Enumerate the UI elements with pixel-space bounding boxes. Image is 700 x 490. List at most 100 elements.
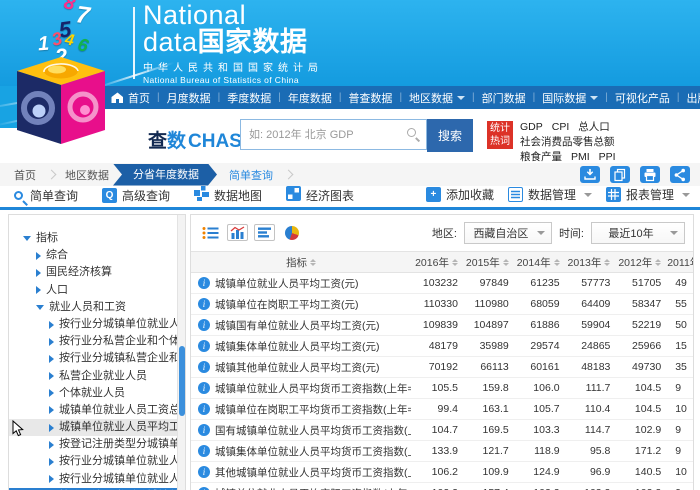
print-icon[interactable] [640, 166, 660, 183]
info-icon[interactable]: i [198, 445, 210, 457]
row-label-cell: i城镇单位在岗职工平均工资(元) [191, 297, 411, 312]
expand-icon[interactable] [49, 441, 54, 449]
sort-icon[interactable] [452, 259, 458, 266]
query-tab-1[interactable]: Q高级查询 [102, 186, 170, 204]
expand-icon[interactable] [49, 372, 54, 380]
tree-item-11[interactable]: 城镇单位就业人员平均工资和指数 [9, 419, 177, 436]
share-icon[interactable] [670, 166, 690, 183]
hbar-chart-icon[interactable] [254, 224, 275, 241]
tree-item-3[interactable]: 人口 [9, 282, 177, 299]
sort-icon[interactable] [554, 259, 560, 266]
query-tab-3[interactable]: 经济图表 [286, 186, 354, 204]
expand-icon[interactable] [49, 424, 54, 432]
info-icon[interactable]: i [198, 424, 210, 436]
hot-word-link[interactable]: 总人口 [578, 121, 610, 133]
info-icon[interactable]: i [198, 466, 210, 478]
expand-icon[interactable] [49, 321, 54, 329]
tree-item-10[interactable]: 城镇单位就业人员工资总额和指数 [9, 402, 177, 419]
info-icon[interactable]: i [198, 382, 210, 394]
tree-item-8[interactable]: 私营企业就业人员 [9, 368, 177, 385]
nav-item-1[interactable]: 月度数据 [167, 90, 211, 106]
nav-item-5[interactable]: 地区数据 [409, 90, 465, 106]
column-header-3[interactable]: 2014年 [513, 255, 564, 270]
bar-chart-icon[interactable] [227, 224, 248, 241]
manage-tab-2[interactable]: 报表管理 [606, 186, 690, 203]
collapse-icon[interactable] [23, 236, 31, 241]
nav-item-6[interactable]: 部门数据 [482, 90, 526, 106]
search-input[interactable] [249, 121, 409, 148]
nav-item-2[interactable]: 季度数据 [227, 90, 271, 106]
query-tab-2[interactable]: 数据地图 [194, 186, 262, 204]
tree-item-1[interactable]: 综合 [9, 247, 177, 264]
info-icon[interactable]: i [198, 277, 210, 289]
query-tab-0[interactable]: 简单查询 [14, 186, 78, 204]
hot-word-link[interactable]: CPI [552, 121, 570, 133]
download-icon[interactable] [580, 166, 600, 183]
nav-item-3[interactable]: 年度数据 [288, 90, 332, 106]
tree-item-4[interactable]: 就业人员和工资 [9, 299, 177, 316]
expand-icon[interactable] [49, 338, 54, 346]
nav-item-7[interactable]: 国际数据 [542, 90, 598, 106]
tree-item-5[interactable]: 按行业分城镇单位就业人员 [9, 316, 177, 333]
row-label-cell: i城镇单位在岗职工平均货币工资指数(上年=100) [191, 402, 411, 417]
breadcrumb-item[interactable]: 简单查询 [229, 167, 273, 183]
info-icon[interactable]: i [198, 319, 210, 331]
table-row: i国有城镇单位就业人员平均货币工资指数(上年=100)104.7169.5103… [191, 420, 694, 441]
expand-icon[interactable] [36, 269, 41, 277]
expand-icon[interactable] [49, 458, 54, 466]
breadcrumb-item[interactable]: 地区数据 [65, 167, 109, 183]
tree-item-9[interactable]: 个体就业人员 [9, 385, 177, 402]
search-icon[interactable] [407, 128, 416, 137]
hot-word-link[interactable]: PPI [599, 151, 616, 163]
sort-icon[interactable] [655, 259, 661, 266]
pie-chart-icon[interactable] [281, 224, 302, 241]
time-select[interactable]: 最近10年 [591, 222, 685, 244]
column-header-0[interactable]: 指标 [191, 255, 411, 270]
nav-item-9[interactable]: 出版物 [686, 90, 700, 106]
tree-item-6[interactable]: 按行业分私营企业和个体就业人员 [9, 333, 177, 350]
column-header-5[interactable]: 2012年 [614, 255, 665, 270]
sidebar-scrollbar[interactable] [177, 215, 185, 490]
hot-word-link[interactable]: 社会消费品零售总额 [520, 136, 615, 148]
sort-icon[interactable] [604, 259, 610, 266]
expand-icon[interactable] [49, 475, 54, 483]
hot-word-link[interactable]: GDP [520, 121, 543, 133]
expand-icon[interactable] [36, 286, 41, 294]
tree-item-2[interactable]: 国民经济核算 [9, 264, 177, 281]
info-icon[interactable]: i [198, 340, 210, 352]
hot-word-link[interactable]: PMI [571, 151, 590, 163]
nav-item-8[interactable]: 可视化产品 [615, 90, 670, 106]
column-header-1[interactable]: 2016年 [411, 255, 462, 270]
info-icon[interactable]: i [198, 298, 210, 310]
expand-icon[interactable] [49, 355, 54, 363]
collapse-icon[interactable] [36, 305, 44, 310]
nav-item-4[interactable]: 普查数据 [348, 90, 392, 106]
info-icon[interactable]: i [198, 361, 210, 373]
manage-tab-0[interactable]: +添加收藏 [426, 186, 494, 203]
tree-item-7[interactable]: 按行业分城镇私营企业和个体就业人员 [9, 350, 177, 367]
sort-icon[interactable] [310, 259, 316, 266]
manage-tab-1[interactable]: 数据管理 [508, 186, 592, 203]
search-button[interactable]: 搜索 [427, 119, 473, 152]
tree-item-14[interactable]: 按行业分城镇单位就业人员平均工资 [9, 471, 177, 488]
column-header-4[interactable]: 2013年 [564, 255, 615, 270]
breadcrumb-active-tab[interactable]: 分省年度数据 [113, 164, 217, 186]
nav-item-0[interactable]: 首页 [111, 90, 150, 106]
chevron-down-icon [537, 231, 545, 235]
tree-item-0[interactable]: 指标 [9, 230, 177, 247]
column-header-6[interactable]: 2011年 [665, 255, 694, 270]
expand-icon[interactable] [49, 389, 54, 397]
hot-word-link[interactable]: 粮食产量 [520, 151, 562, 163]
sort-icon[interactable] [503, 259, 509, 266]
tree-item-13[interactable]: 按行业分城镇单位就业人员工资总额 [9, 453, 177, 470]
copy-icon[interactable] [610, 166, 630, 183]
expand-icon[interactable] [49, 406, 54, 414]
region-select[interactable]: 西藏自治区 [464, 222, 552, 244]
breadcrumb-item[interactable]: 首页 [14, 167, 36, 183]
info-icon[interactable]: i [198, 403, 210, 415]
column-header-2[interactable]: 2015年 [462, 255, 513, 270]
list-view-icon[interactable] [200, 224, 221, 241]
expand-icon[interactable] [36, 252, 41, 260]
tree-item-12[interactable]: 按登记注册类型分城镇单位就业人员工资总额 [9, 436, 177, 453]
scrollbar-thumb[interactable] [179, 346, 185, 416]
